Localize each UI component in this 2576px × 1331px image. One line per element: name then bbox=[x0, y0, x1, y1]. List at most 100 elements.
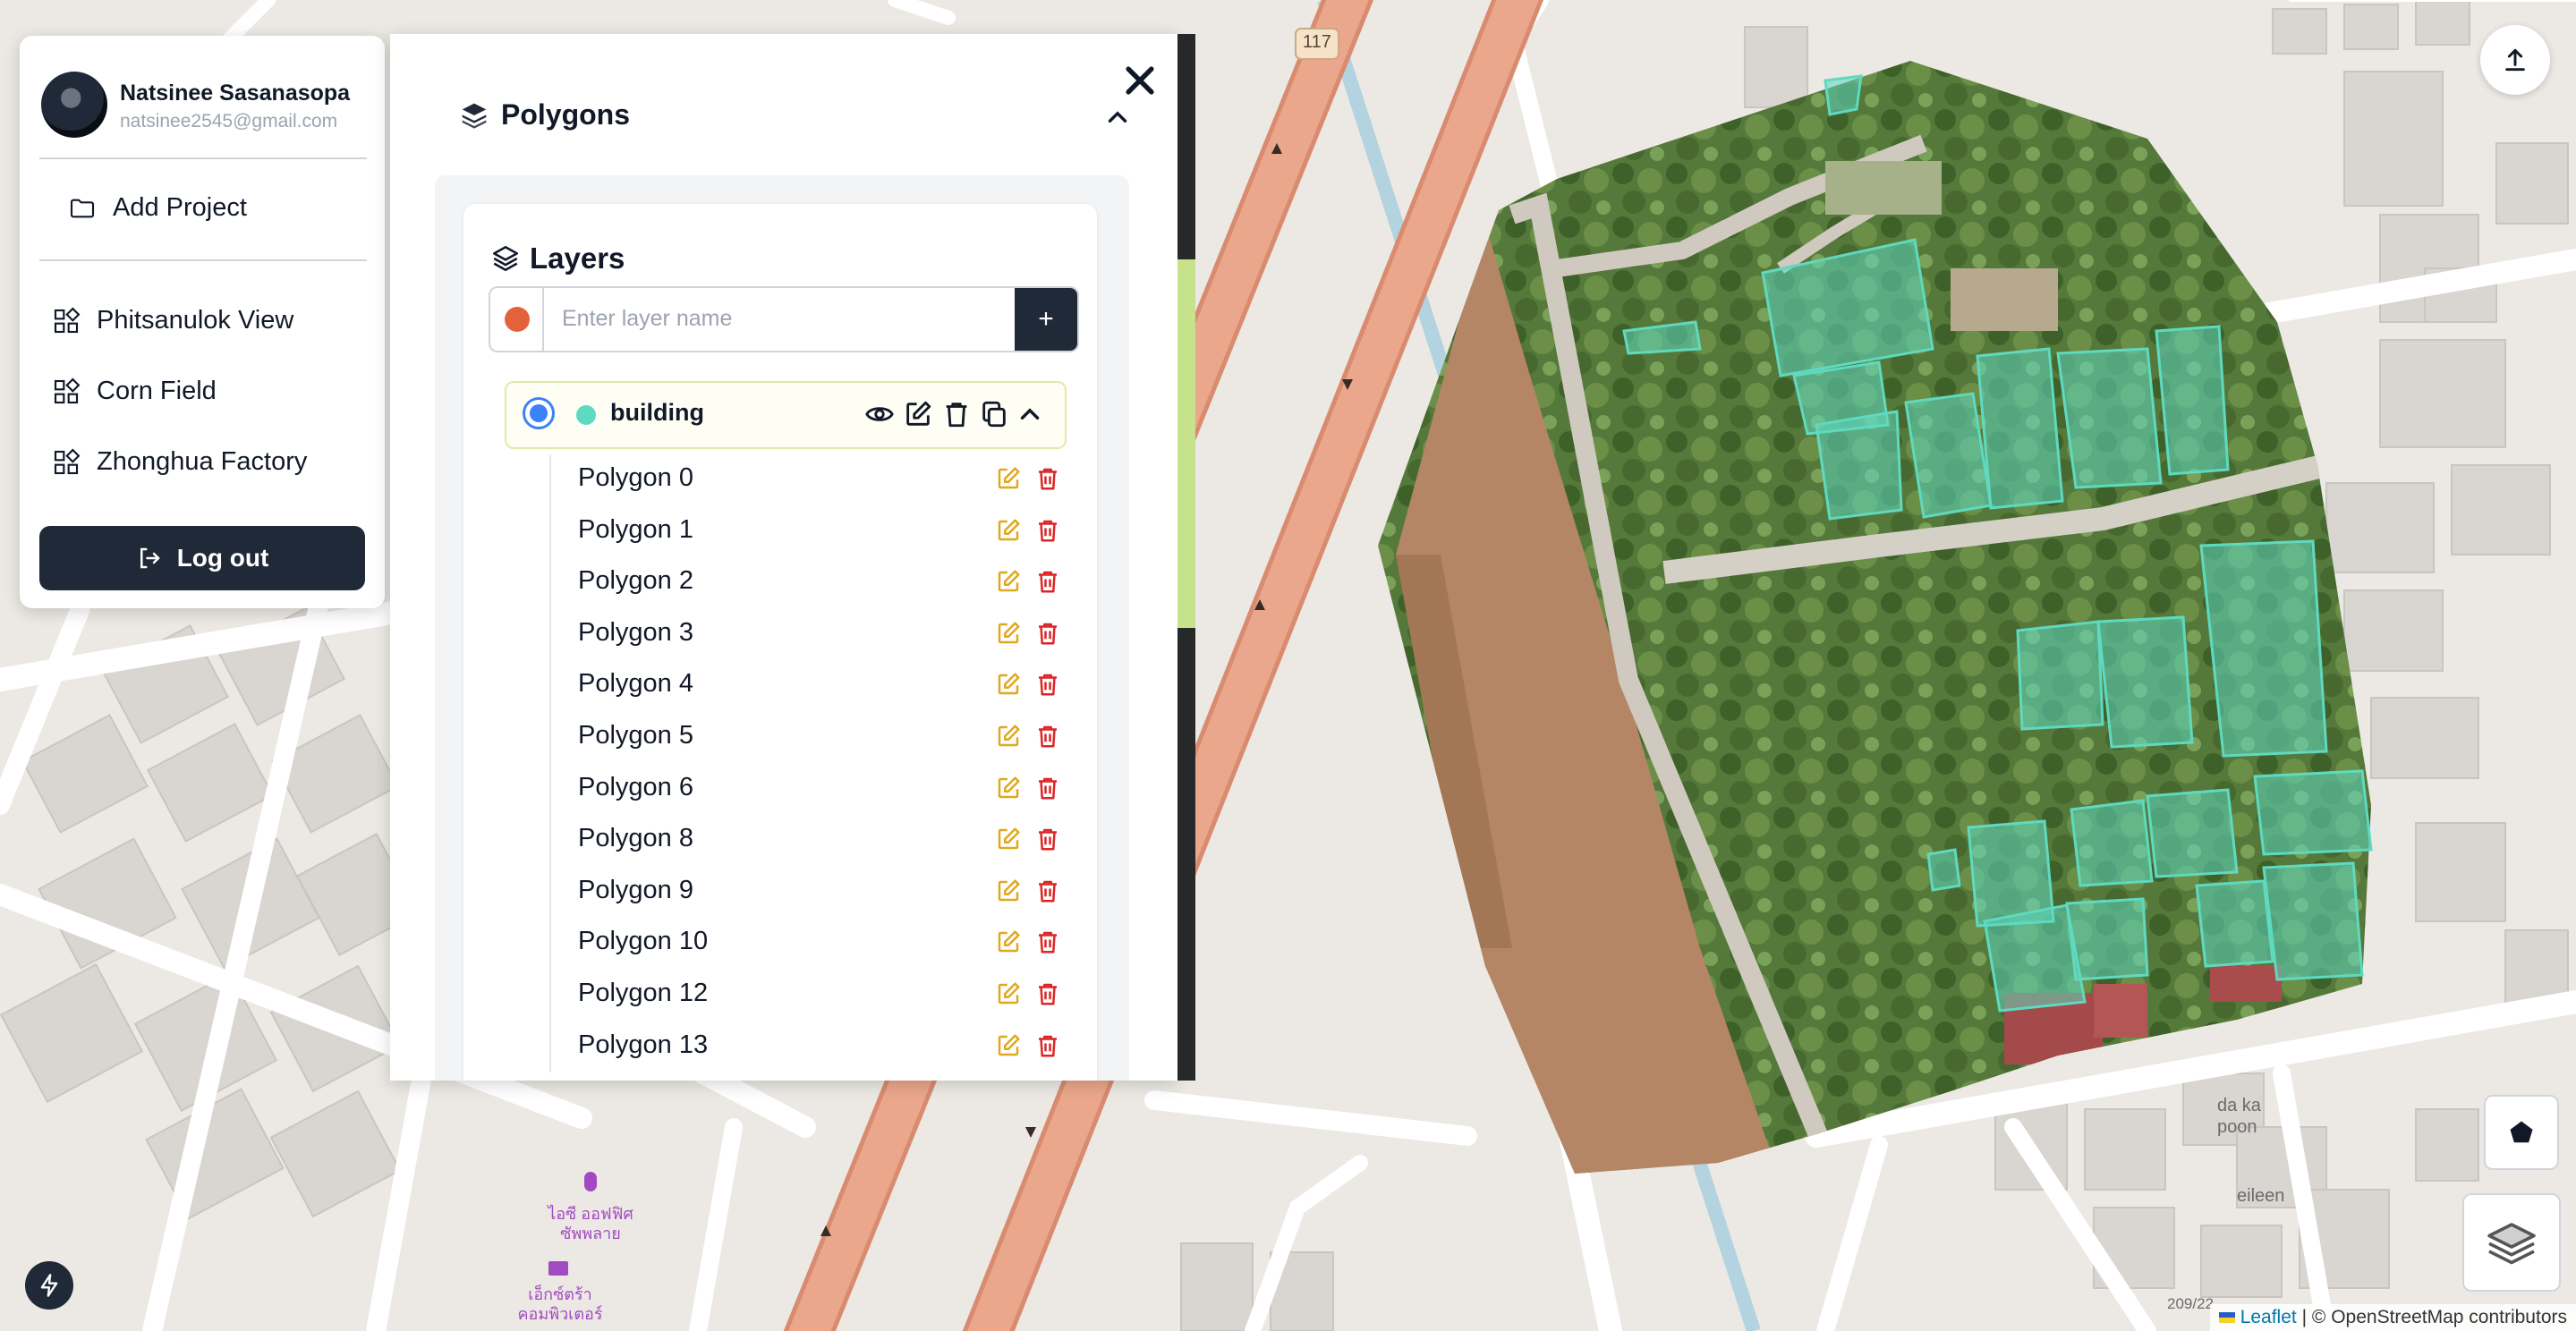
polygon-label: Polygon 0 bbox=[578, 463, 693, 492]
trash-icon[interactable] bbox=[1034, 826, 1061, 852]
trash-icon[interactable] bbox=[1034, 465, 1061, 492]
project-item-zhonghua-factory[interactable]: Zhonghua Factory bbox=[52, 447, 307, 477]
layer-select-radio[interactable] bbox=[523, 397, 555, 429]
map-layers-control[interactable] bbox=[2462, 1193, 2561, 1292]
divider bbox=[39, 259, 367, 261]
polygon-label: Polygon 5 bbox=[578, 720, 693, 750]
add-project-button[interactable]: Add Project bbox=[68, 193, 247, 223]
project-label: Corn Field bbox=[97, 377, 217, 405]
polygon-label: Polygon 1 bbox=[578, 514, 693, 544]
map-label-address: 209/22 bbox=[2167, 1295, 2214, 1312]
trash-icon[interactable] bbox=[1034, 723, 1061, 750]
edit-icon[interactable] bbox=[995, 517, 1022, 544]
project-label: Zhonghua Factory bbox=[97, 447, 308, 476]
polygon-row[interactable]: Polygon 3 bbox=[551, 609, 1097, 661]
panel-title-text: Polygons bbox=[501, 98, 631, 131]
polygon-row[interactable]: Polygon 8 bbox=[551, 815, 1097, 867]
layers-outline-icon bbox=[492, 245, 519, 272]
polygon-list: Polygon 0 Polygon 1 Polygon 2 Polygon 3 Poly… bbox=[549, 454, 1097, 1073]
edit-icon[interactable] bbox=[995, 620, 1022, 647]
dashboard-icon bbox=[54, 448, 81, 474]
polygon-row[interactable]: Polygon 0 bbox=[551, 454, 1097, 506]
trash-icon[interactable] bbox=[1034, 1032, 1061, 1059]
add-layer-button[interactable]: + bbox=[1015, 288, 1077, 351]
layers-icon bbox=[462, 103, 487, 129]
trash-icon[interactable] bbox=[1034, 568, 1061, 595]
edit-icon[interactable] bbox=[995, 928, 1022, 955]
polygon-row[interactable]: Polygon 4 bbox=[551, 660, 1097, 712]
edit-icon[interactable] bbox=[903, 399, 933, 429]
trash-icon[interactable] bbox=[1034, 775, 1061, 801]
map-attribution: Leaflet | © OpenStreetMap contributors bbox=[2209, 1304, 2576, 1331]
project-label: Phitsanulok View bbox=[97, 306, 294, 335]
layers-heading-text: Layers bbox=[530, 242, 625, 275]
draw-polygon-button[interactable] bbox=[2484, 1095, 2559, 1170]
polygon-row[interactable]: Polygon 9 bbox=[551, 867, 1097, 919]
trash-icon[interactable] bbox=[1034, 671, 1061, 698]
panel-scrollbar-thumb[interactable] bbox=[1177, 259, 1195, 628]
road-number-label: 117 bbox=[1303, 32, 1331, 52]
dashboard-icon bbox=[54, 307, 81, 333]
polygon-row[interactable]: Polygon 2 bbox=[551, 557, 1097, 609]
trash-icon[interactable] bbox=[1034, 928, 1061, 955]
polygon-label: Polygon 8 bbox=[578, 824, 693, 853]
lightning-icon bbox=[40, 1274, 58, 1297]
polygon-label: Polygon 4 bbox=[578, 669, 693, 699]
layer-name-input[interactable] bbox=[544, 288, 1045, 349]
polygon-row[interactable]: Polygon 12 bbox=[551, 970, 1097, 1022]
layer-color-picker[interactable] bbox=[505, 307, 530, 332]
edit-icon[interactable] bbox=[995, 826, 1022, 852]
close-icon[interactable] bbox=[1120, 61, 1160, 100]
chevron-up-icon[interactable] bbox=[1102, 102, 1133, 132]
edit-icon[interactable] bbox=[995, 723, 1022, 750]
poi-computer-shop[interactable]: เอ็กซ์ตร้า คอมพิวเตอร์ bbox=[506, 1284, 614, 1324]
divider bbox=[39, 157, 367, 159]
dashboard-icon bbox=[54, 377, 81, 403]
stacked-layers-icon bbox=[2487, 1223, 2536, 1265]
trash-icon[interactable] bbox=[1034, 620, 1061, 647]
polygon-row[interactable]: Polygon 13 bbox=[551, 1022, 1097, 1073]
new-layer-form: + bbox=[489, 286, 1079, 352]
project-item-phitsanulok-view[interactable]: Phitsanulok View bbox=[52, 306, 293, 335]
layer-color-swatch bbox=[576, 405, 596, 425]
logout-icon bbox=[140, 547, 160, 569]
edit-icon[interactable] bbox=[995, 980, 1022, 1007]
poi-office-supply[interactable]: ไอซี ออฟฟิศ ซัพพลาย bbox=[546, 1204, 635, 1243]
polygon-row[interactable]: Polygon 10 bbox=[551, 918, 1097, 970]
trash-icon[interactable] bbox=[1034, 517, 1061, 544]
leaflet-link[interactable]: Leaflet bbox=[2240, 1307, 2297, 1327]
avatar[interactable] bbox=[41, 72, 107, 138]
edit-icon[interactable] bbox=[995, 1032, 1022, 1059]
map-label-eileen: eileen bbox=[2237, 1186, 2285, 1206]
edit-icon[interactable] bbox=[995, 877, 1022, 904]
layer-row[interactable]: building bbox=[505, 381, 1067, 449]
quick-action-button[interactable] bbox=[25, 1261, 73, 1310]
copy-icon[interactable] bbox=[979, 399, 1009, 429]
eye-icon[interactable] bbox=[864, 399, 895, 429]
osm-attribution-text: | © OpenStreetMap contributors bbox=[2301, 1307, 2567, 1327]
trash-icon[interactable] bbox=[941, 399, 972, 429]
layer-name: building bbox=[610, 399, 704, 426]
map-canvas[interactable] bbox=[0, 0, 2576, 1331]
polygon-label: Polygon 10 bbox=[578, 927, 709, 956]
edit-icon[interactable] bbox=[995, 568, 1022, 595]
edit-icon[interactable] bbox=[995, 671, 1022, 698]
logout-label: Log out bbox=[176, 544, 269, 572]
edit-icon[interactable] bbox=[995, 465, 1022, 492]
edit-icon[interactable] bbox=[995, 775, 1022, 801]
add-project-label: Add Project bbox=[113, 193, 247, 222]
upload-button[interactable] bbox=[2480, 25, 2550, 95]
polygon-label: Polygon 3 bbox=[578, 617, 693, 647]
trash-icon[interactable] bbox=[1034, 980, 1061, 1007]
polygon-row[interactable]: Polygon 5 bbox=[551, 712, 1097, 764]
logout-button[interactable]: Log out bbox=[39, 526, 365, 590]
chevron-up-icon[interactable] bbox=[1015, 399, 1045, 429]
project-item-corn-field[interactable]: Corn Field bbox=[52, 377, 217, 406]
trash-icon[interactable] bbox=[1034, 877, 1061, 904]
polygon-row[interactable]: Polygon 6 bbox=[551, 764, 1097, 816]
layers-card: Layers + building Polygon 0Polygon 1Poly… bbox=[463, 204, 1097, 1081]
panel-title: Polygons bbox=[460, 98, 630, 131]
folder-icon bbox=[70, 199, 95, 217]
polygon-label: Polygon 9 bbox=[578, 875, 693, 904]
polygon-row[interactable]: Polygon 1 bbox=[551, 506, 1097, 558]
